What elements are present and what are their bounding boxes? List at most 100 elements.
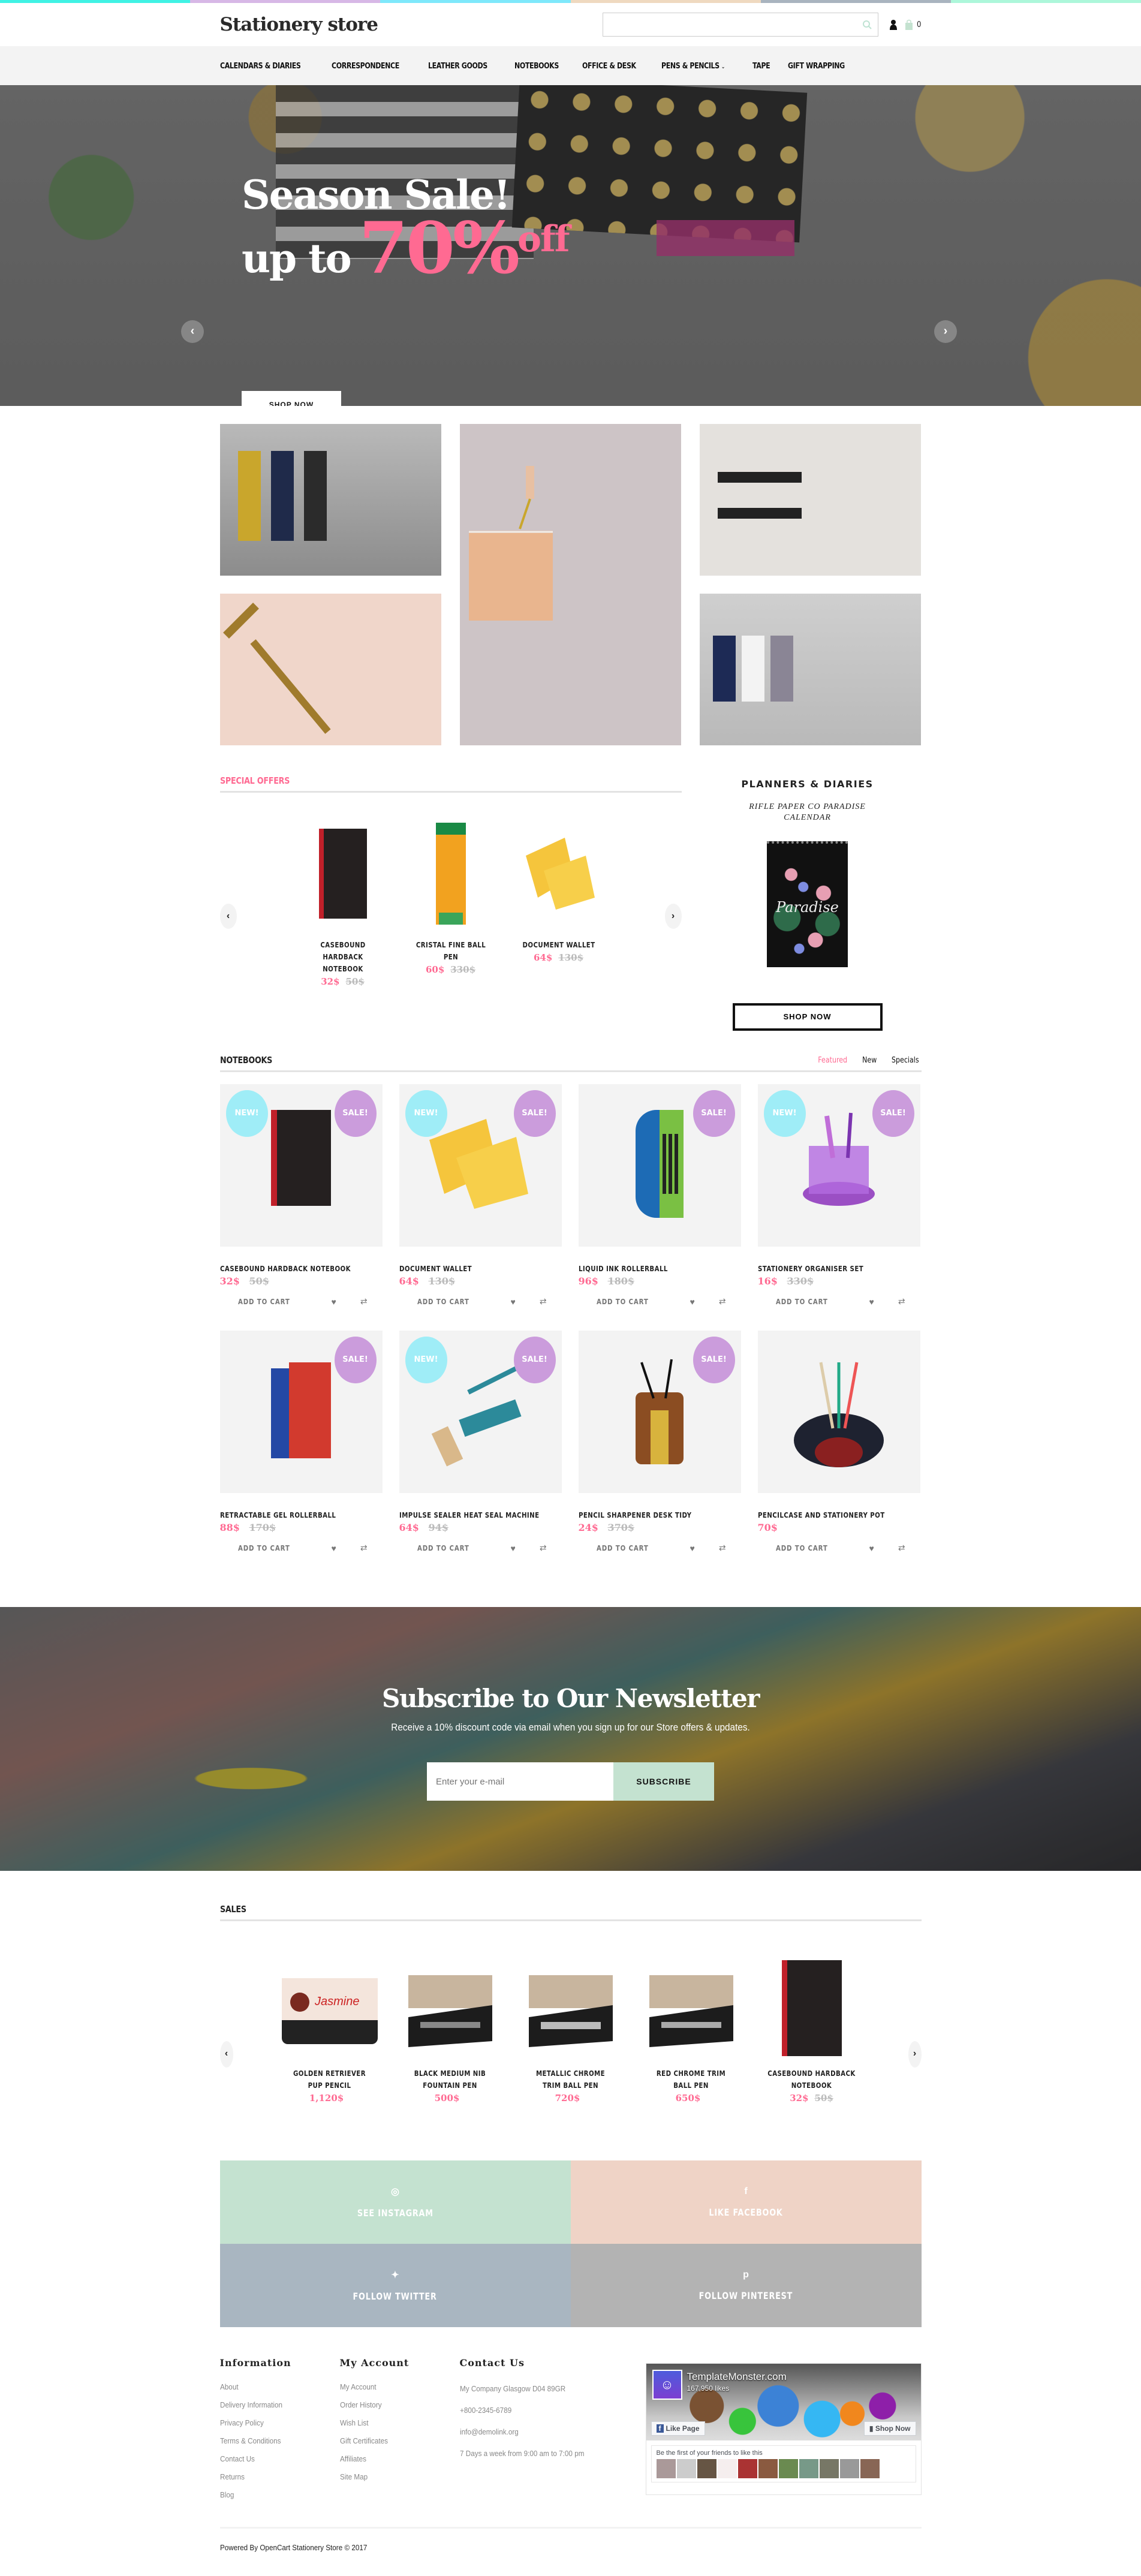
templatemonster-logo-icon[interactable]: ☺ (652, 2370, 682, 2400)
nav-item-office-desk[interactable]: OFFICE & DESK (582, 61, 636, 71)
compare-arrows-icon[interactable]: ⇄ (540, 1543, 547, 1553)
compare-arrows-icon[interactable]: ⇄ (898, 1296, 905, 1307)
product-card[interactable]: SALE! LIQUID INK ROLLERBALL 96$ 180$ ADD… (578, 1084, 741, 1307)
nav-item-correspondence[interactable]: CORRESPONDENCE (332, 61, 399, 71)
tab-specials[interactable]: Specials (892, 1056, 919, 1065)
hero-next-arrow-icon[interactable]: › (934, 320, 957, 343)
avatar[interactable] (697, 2459, 716, 2478)
add-to-cart-button[interactable]: ADD TO CART (776, 1544, 847, 1552)
calendar-image[interactable]: Paradise (767, 841, 848, 967)
sales-item[interactable]: CASEBOUND HARDBACK NOTEBOOK 32$ 50$ (759, 1957, 864, 2103)
add-to-cart-button[interactable]: ADD TO CART (597, 1298, 668, 1306)
sales-prev-arrow-icon[interactable]: ‹ (219, 2041, 233, 2068)
wishlist-heart-icon[interactable]: ♥ (869, 1297, 874, 1307)
collage-tile-brass-pen[interactable] (219, 594, 441, 745)
compare-arrows-icon[interactable]: ⇄ (898, 1543, 905, 1553)
product-name[interactable]: BLACK MEDIUM NIB FOUNTAIN PEN (405, 2068, 495, 2092)
product-name[interactable]: DOCUMENT WALLET (399, 1265, 537, 1273)
avatar[interactable] (778, 2459, 798, 2478)
add-to-cart-button[interactable]: ADD TO CART (238, 1298, 309, 1306)
product-image-box[interactable] (757, 1331, 920, 1493)
wishlist-heart-icon[interactable]: ♥ (332, 1543, 336, 1553)
footer-link-returns[interactable]: Returns (220, 2468, 328, 2486)
product-name[interactable]: GOLDEN RETRIEVER PUP PENCIL (285, 2068, 374, 2092)
compare-arrows-icon[interactable]: ⇄ (540, 1296, 547, 1307)
product-card[interactable]: PENCILCASE AND STATIONERY POT 70$ ADD TO… (757, 1331, 920, 1553)
footer-link-delivery[interactable]: Delivery Information (220, 2396, 328, 2414)
product-image-box[interactable]: SALE! (219, 1331, 383, 1493)
product-name[interactable]: RETRACTABLE GEL ROLLERBALL (220, 1511, 358, 1519)
offer-item[interactable]: CASEBOUND HARDBACK NOTEBOOK 32$ 50$ (295, 817, 391, 987)
carousel-prev-arrow-icon[interactable]: ‹ (219, 904, 237, 929)
wishlist-heart-icon[interactable]: ♥ (690, 1543, 695, 1553)
planners-product-name[interactable]: RIFLE PAPER CO PARADISE CALENDAR (694, 802, 922, 823)
tab-new[interactable]: New (862, 1056, 877, 1065)
hero-prev-arrow-icon[interactable]: ‹ (181, 320, 204, 343)
product-card[interactable]: NEW! SALE! IMPULSE SEALER HEAT SEAL MACH… (399, 1331, 562, 1553)
carousel-next-arrow-icon[interactable]: › (664, 904, 682, 929)
subscribe-button[interactable]: SUBSCRIBE (613, 1762, 714, 1801)
footer-link-affiliates[interactable]: Affiliates (340, 2450, 448, 2468)
add-to-cart-button[interactable]: ADD TO CART (417, 1298, 489, 1306)
facebook-page-name[interactable]: TemplateMonster.com (687, 2371, 787, 2383)
facebook-like-page-button[interactable]: f Like Page (651, 2421, 705, 2436)
footer-link-gift-certificates[interactable]: Gift Certificates (340, 2432, 448, 2450)
compare-arrows-icon[interactable]: ⇄ (719, 1296, 726, 1307)
product-name[interactable]: DOCUMENT WALLET (518, 939, 600, 951)
hero-shop-now-button[interactable]: SHOP NOW (242, 391, 341, 406)
cart-count[interactable]: 0 (917, 20, 921, 29)
sales-item[interactable]: BLACK MEDIUM NIB FOUNTAIN PEN 500$ (398, 1957, 502, 2103)
product-name[interactable]: METALLIC CHROME TRIM BALL PEN (526, 2068, 615, 2092)
sales-item[interactable]: RED CHROME TRIM BALL PEN 650$ (639, 1957, 743, 2103)
sales-next-arrow-icon[interactable]: › (908, 2041, 922, 2068)
compare-arrows-icon[interactable]: ⇄ (360, 1296, 368, 1307)
product-card[interactable]: SALE! RETRACTABLE GEL ROLLERBALL 88$ 170… (219, 1331, 383, 1553)
product-name[interactable]: PENCIL SHARPENER DESK TIDY (579, 1511, 716, 1519)
avatar[interactable] (656, 2459, 676, 2478)
product-name[interactable]: CASEBOUND HARDBACK NOTEBOOK (220, 1265, 358, 1273)
product-name[interactable]: CRISTAL FINE BALL PEN (410, 939, 492, 963)
store-logo[interactable]: Stationery store (220, 14, 378, 35)
product-card[interactable]: NEW! SALE! DOCUMENT WALLET 64$ 130$ ADD … (399, 1084, 562, 1307)
wishlist-heart-icon[interactable]: ♥ (332, 1297, 336, 1307)
product-image-box[interactable]: NEW! SALE! (399, 1084, 562, 1247)
compare-arrows-icon[interactable]: ⇄ (719, 1543, 726, 1553)
product-name[interactable]: CASEBOUND HARDBACK NOTEBOOK (767, 2068, 856, 2092)
collage-tile-leather-pouch[interactable] (459, 424, 681, 745)
search-icon[interactable] (862, 20, 872, 29)
nav-item-calendars-diaries[interactable]: CALENDARS & DIARIES (220, 61, 301, 71)
avatar[interactable] (799, 2459, 818, 2478)
product-name[interactable]: STATIONERY ORGANISER SET (758, 1265, 896, 1273)
product-name[interactable]: PENCILCASE AND STATIONERY POT (758, 1511, 896, 1519)
product-card[interactable]: SALE! PENCIL SHARPENER DESK TIDY 24$ 370… (578, 1331, 741, 1553)
user-icon[interactable] (889, 19, 898, 30)
footer-link-about[interactable]: About (220, 2378, 328, 2396)
footer-link-blog[interactable]: Blog (220, 2486, 328, 2504)
avatar[interactable] (819, 2459, 839, 2478)
avatar[interactable] (717, 2459, 737, 2478)
footer-link-site-map[interactable]: Site Map (340, 2468, 448, 2486)
nav-item-tape[interactable]: TAPE (752, 61, 770, 71)
nav-item-leather-goods[interactable]: LEATHER GOODS (428, 61, 487, 71)
wishlist-heart-icon[interactable]: ♥ (511, 1543, 516, 1553)
offer-item[interactable]: CRISTAL FINE BALL PEN 60$ 330$ (403, 817, 499, 987)
product-image-box[interactable]: NEW! SALE! (757, 1084, 920, 1247)
social-instagram-link[interactable]: ◎ SEE INSTAGRAM (219, 2160, 571, 2244)
avatar[interactable] (860, 2459, 880, 2478)
product-image-box[interactable]: NEW! SALE! (219, 1084, 383, 1247)
nav-item-gift-wrapping[interactable]: GIFT WRAPPING (788, 61, 845, 71)
add-to-cart-button[interactable]: ADD TO CART (776, 1298, 847, 1306)
footer-link-privacy[interactable]: Privacy Policy (220, 2414, 328, 2432)
sales-item[interactable]: METALLIC CHROME TRIM BALL PEN 720$ (518, 1957, 623, 2103)
contact-email[interactable]: info@demolink.org (460, 2421, 627, 2443)
planners-shop-now-button[interactable]: SHOP NOW (732, 1003, 883, 1031)
wishlist-heart-icon[interactable]: ♥ (869, 1543, 874, 1553)
contact-phone[interactable]: +800-2345-6789 (460, 2400, 627, 2421)
social-facebook-link[interactable]: f LIKE FACEBOOK (570, 2160, 922, 2244)
product-image-box[interactable]: SALE! (578, 1084, 741, 1247)
social-twitter-link[interactable]: ✦ FOLLOW TWITTER (219, 2244, 571, 2327)
nav-item-pens-pencils[interactable]: PENS & PENCILS ⌄ (661, 61, 725, 71)
product-name[interactable]: IMPULSE SEALER HEAT SEAL MACHINE (399, 1511, 539, 1519)
newsletter-email-input[interactable] (427, 1762, 613, 1801)
footer-link-contact[interactable]: Contact Us (220, 2450, 328, 2468)
